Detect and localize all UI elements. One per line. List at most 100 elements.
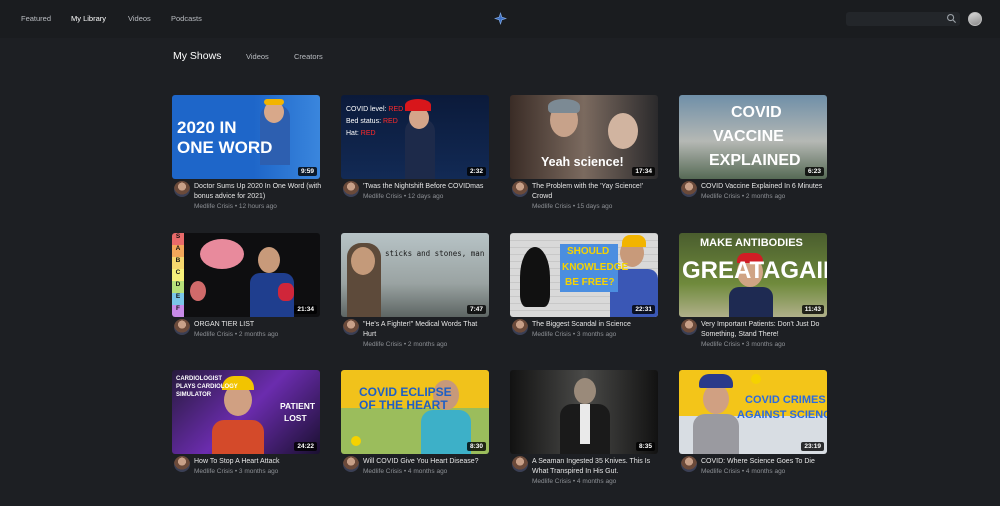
channel-name[interactable]: Medlife Crisis	[194, 331, 233, 338]
tier-label: B	[172, 257, 184, 269]
video-thumbnail[interactable]: S A B C D E F 21:34	[172, 233, 320, 317]
video-title[interactable]: COVID: Where Science Goes To Die	[701, 457, 829, 467]
video-thumbnail[interactable]: 8:35	[510, 370, 658, 454]
video-title[interactable]: A Seaman Ingested 35 Knives. This Is Wha…	[532, 457, 660, 476]
video-card[interactable]: COVID VACCINE EXPLAINED 6:23 COVID Vacci…	[679, 95, 827, 220]
channel-name[interactable]: Medlife Crisis	[363, 468, 402, 475]
video-thumbnail[interactable]: COVID level: RED Bed status: RED Hat: RE…	[341, 95, 489, 179]
channel-avatar[interactable]	[174, 456, 190, 472]
channel-name[interactable]: Medlife Crisis	[532, 331, 571, 338]
video-card[interactable]: COVID ECLIPSE OF THE HEART 8:30 Will COV…	[341, 370, 489, 495]
video-thumbnail[interactable]: MAKE ANTIBODIES GREAT AGAIN 11:43	[679, 233, 827, 317]
channel-avatar[interactable]	[343, 456, 359, 472]
upload-age: 2 months ago	[745, 193, 786, 200]
channel-name[interactable]: Medlife Crisis	[701, 193, 740, 200]
video-meta: Medlife Crisis • 3 months ago	[701, 341, 786, 348]
video-thumbnail[interactable]: Yeah science! 17:34	[510, 95, 658, 179]
channel-avatar[interactable]	[681, 456, 697, 472]
channel-avatar[interactable]	[512, 456, 528, 472]
channel-name[interactable]: Medlife Crisis	[701, 341, 740, 348]
tier-label: E	[172, 293, 184, 305]
video-card[interactable]: sticks and stones, man 7:47 "He's A Figh…	[341, 233, 489, 358]
upload-age: 15 days ago	[576, 203, 613, 210]
tier-label: A	[172, 245, 184, 257]
video-title[interactable]: Will COVID Give You Heart Disease?	[363, 457, 491, 467]
video-title[interactable]: Very Important Patients: Don't Just Do S…	[701, 320, 829, 339]
star-icon[interactable]	[494, 12, 507, 25]
video-title[interactable]: COVID Vaccine Explained In 6 Minutes	[701, 182, 829, 192]
avatar[interactable]	[968, 12, 982, 26]
video-thumbnail[interactable]: SHOULD KNOWLEDGE BE FREE? 22:31	[510, 233, 658, 317]
upload-age: 12 days ago	[407, 193, 444, 200]
nav-podcasts[interactable]: Podcasts	[171, 14, 202, 23]
video-title[interactable]: How To Stop A Heart Attack	[194, 457, 322, 467]
video-title[interactable]: The Problem with the 'Yay Science!' Crow…	[532, 182, 660, 201]
video-meta: Medlife Crisis • 3 months ago	[532, 331, 617, 338]
thumb-caption: GREAT	[682, 257, 765, 284]
upload-age: 3 months ago	[238, 468, 279, 475]
channel-avatar[interactable]	[681, 319, 697, 335]
tab-my-shows[interactable]: My Shows	[173, 50, 221, 62]
channel-avatar[interactable]	[343, 181, 359, 197]
video-thumbnail[interactable]: COVID VACCINE EXPLAINED 6:23	[679, 95, 827, 179]
search-input[interactable]	[846, 12, 960, 26]
thumb-caption: COVID level: RED	[346, 106, 404, 113]
channel-name[interactable]: Medlife Crisis	[532, 203, 571, 210]
upload-age: 12 hours ago	[238, 203, 277, 210]
video-card[interactable]: MAKE ANTIBODIES GREAT AGAIN 11:43 Very I…	[679, 233, 827, 358]
video-meta: Medlife Crisis • 2 months ago	[194, 331, 279, 338]
upload-age: 3 months ago	[576, 331, 617, 338]
channel-avatar[interactable]	[512, 319, 528, 335]
video-title[interactable]: ORGAN TIER LIST	[194, 320, 322, 330]
tab-creators[interactable]: Creators	[294, 52, 323, 61]
thumb-caption: ONE WORD	[177, 138, 273, 157]
video-card[interactable]: SHOULD KNOWLEDGE BE FREE? 22:31 The Bigg…	[510, 233, 658, 358]
duration-badge: 6:23	[804, 167, 824, 176]
video-title[interactable]: "He's A Fighter!" Medical Words That Hur…	[363, 320, 491, 339]
thumb-caption: COVID CRIMES	[745, 394, 826, 406]
thumb-caption: PLAYS CARDIOLOGY	[176, 384, 238, 390]
duration-badge: 21:34	[294, 305, 317, 314]
channel-name[interactable]: Medlife Crisis	[363, 193, 402, 200]
nav-my-library[interactable]: My Library	[71, 14, 106, 23]
channel-name[interactable]: Medlife Crisis	[532, 478, 571, 485]
channel-name[interactable]: Medlife Crisis	[194, 468, 233, 475]
thumb-caption: LOST	[284, 413, 307, 423]
video-card[interactable]: CARDIOLOGIST PLAYS CARDIOLOGY SIMULATOR …	[172, 370, 320, 495]
video-thumbnail[interactable]: COVID CRIMES AGAINST SCIENCE 23:19	[679, 370, 827, 454]
video-card[interactable]: COVID level: RED Bed status: RED Hat: RE…	[341, 95, 489, 220]
channel-avatar[interactable]	[681, 181, 697, 197]
duration-badge: 8:30	[466, 442, 486, 451]
video-meta: Medlife Crisis • 2 months ago	[363, 341, 448, 348]
video-thumbnail[interactable]: sticks and stones, man 7:47	[341, 233, 489, 317]
duration-badge: 17:34	[632, 167, 655, 176]
video-title[interactable]: The Biggest Scandal in Science	[532, 320, 660, 330]
channel-avatar[interactable]	[174, 181, 190, 197]
channel-name[interactable]: Medlife Crisis	[194, 203, 233, 210]
thumb-caption: COVID ECLIPSE	[359, 385, 452, 399]
video-title[interactable]: Doctor Sums Up 2020 In One Word (with bo…	[194, 182, 322, 201]
nav-videos[interactable]: Videos	[128, 14, 151, 23]
video-meta: Medlife Crisis • 12 days ago	[363, 193, 444, 200]
video-thumbnail[interactable]: COVID ECLIPSE OF THE HEART 8:30	[341, 370, 489, 454]
video-card[interactable]: 8:35 A Seaman Ingested 35 Knives. This I…	[510, 370, 658, 495]
channel-name[interactable]: Medlife Crisis	[701, 468, 740, 475]
channel-avatar[interactable]	[174, 319, 190, 335]
thumb-caption: PATIENT	[280, 401, 316, 411]
channel-avatar[interactable]	[512, 181, 528, 197]
video-card[interactable]: S A B C D E F 21:34 ORGAN TIER LIST Medl…	[172, 233, 320, 358]
channel-avatar[interactable]	[343, 319, 359, 335]
video-thumbnail[interactable]: 2020 IN ONE WORD 9:59	[172, 95, 320, 179]
search-icon[interactable]	[946, 13, 957, 24]
duration-badge: 8:35	[635, 442, 655, 451]
channel-name[interactable]: Medlife Crisis	[363, 341, 402, 348]
nav-featured[interactable]: Featured	[21, 14, 51, 23]
video-thumbnail[interactable]: CARDIOLOGIST PLAYS CARDIOLOGY SIMULATOR …	[172, 370, 320, 454]
tab-videos[interactable]: Videos	[246, 52, 269, 61]
thumb-caption: OF THE HEART	[359, 398, 448, 412]
video-title[interactable]: 'Twas the Nightshift Before COVIDmas	[363, 182, 491, 192]
video-card[interactable]: COVID CRIMES AGAINST SCIENCE 23:19 COVID…	[679, 370, 827, 495]
video-card[interactable]: 2020 IN ONE WORD 9:59 Doctor Sums Up 202…	[172, 95, 322, 220]
video-meta: Medlife Crisis • 4 months ago	[532, 478, 617, 485]
video-card[interactable]: Yeah science! 17:34 The Problem with the…	[510, 95, 658, 220]
